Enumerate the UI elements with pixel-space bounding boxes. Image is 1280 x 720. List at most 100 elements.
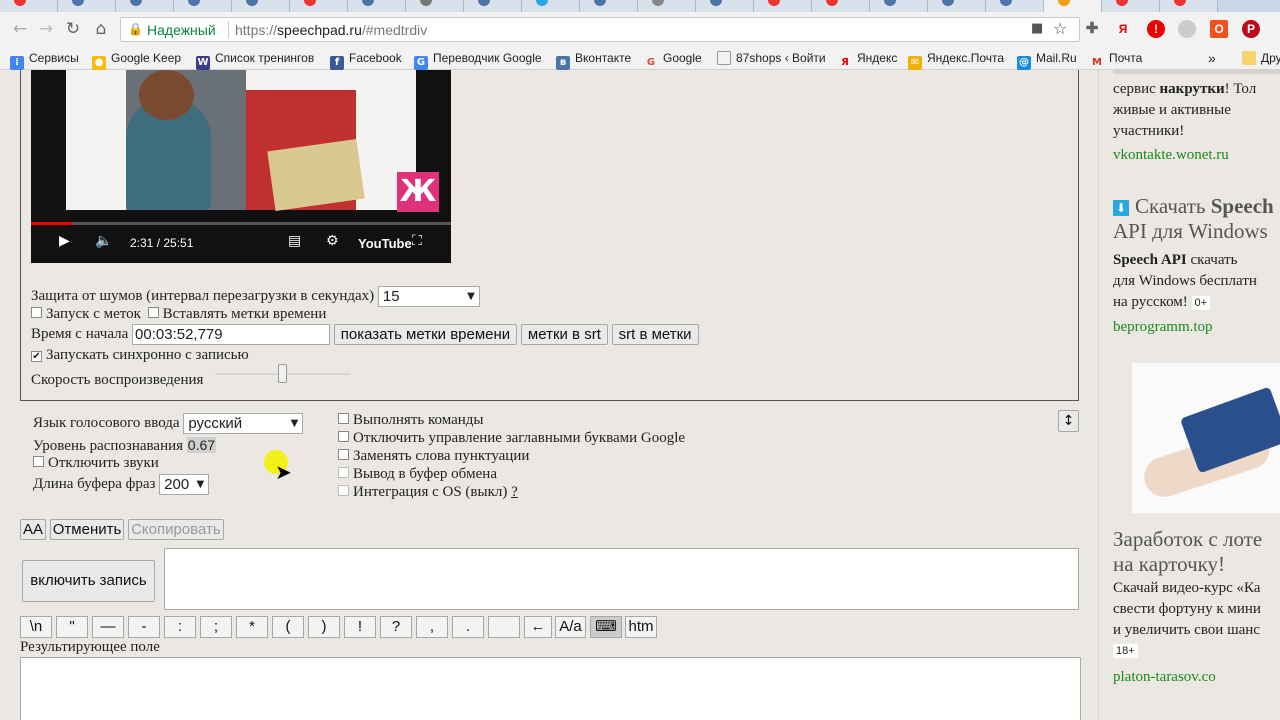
bookmark-services[interactable]: ⁞ Сервисы <box>10 49 79 70</box>
close-tab-icon[interactable]: × <box>326 0 334 2</box>
start-recording-button[interactable]: включить запись <box>22 560 155 602</box>
browser-tab[interactable]: × <box>812 0 870 12</box>
reload-icon[interactable]: ↻ <box>62 18 84 40</box>
close-tab-icon[interactable]: × <box>674 0 682 2</box>
extensions-puzzle-icon[interactable]: ✚ <box>1083 20 1101 38</box>
forward-arrow-icon[interactable]: → <box>35 18 57 40</box>
ad2-link[interactable]: beprogramm.top <box>1113 319 1213 336</box>
browser-tab[interactable]: × <box>464 0 522 12</box>
youtube-logo[interactable]: YouTube <box>358 236 412 251</box>
browser-tab[interactable]: × <box>986 0 1044 12</box>
browser-tab[interactable]: × <box>232 0 290 12</box>
address-bar[interactable]: 🔒 Надежный https://speechpad.ru/#medtrdi… <box>120 17 1080 42</box>
backspace-button[interactable]: ← <box>524 616 552 638</box>
browser-tab[interactable]: × <box>870 0 928 12</box>
close-tab-icon[interactable]: × <box>1022 0 1030 2</box>
expand-toggle-icon[interactable]: ↕ <box>1058 410 1079 432</box>
replace-punctuation-checkbox[interactable] <box>338 449 349 460</box>
aa-button[interactable]: AA <box>20 519 47 540</box>
clipboard-output-checkbox[interactable] <box>338 467 349 478</box>
noise-interval-select[interactable]: 15 ▼ <box>377 286 480 307</box>
fullscreen-icon[interactable]: ⛶ <box>412 233 422 249</box>
time-from-start-input[interactable]: 00:03:52,779 <box>132 324 331 345</box>
browser-tab[interactable]: × <box>1102 0 1160 12</box>
close-tab-icon[interactable]: × <box>558 0 566 2</box>
pinterest-icon[interactable]: P <box>1242 20 1260 38</box>
html-button[interactable]: htm <box>625 616 657 638</box>
ad2-title[interactable]: ⬇ Скачать Speech API для Windows <box>1113 194 1274 244</box>
close-tab-icon[interactable]: × <box>152 0 160 2</box>
semicolon-button[interactable]: ; <box>200 616 232 638</box>
camera-icon[interactable]: ■ <box>1031 21 1043 36</box>
close-tab-icon[interactable]: × <box>384 0 392 2</box>
ad1-link[interactable]: vkontakte.wonet.ru <box>1113 147 1229 164</box>
home-icon[interactable]: ⌂ <box>90 18 112 40</box>
close-tab-icon[interactable]: × <box>1196 0 1204 2</box>
close-tab-icon[interactable]: × <box>94 0 102 2</box>
browser-tab[interactable]: × <box>522 0 580 12</box>
play-icon[interactable]: ▶ <box>59 233 70 249</box>
bookmark-yandex[interactable]: Я Яндекс <box>838 49 897 68</box>
slider-thumb[interactable] <box>278 364 287 383</box>
voice-language-select[interactable]: русский ▼ <box>183 413 304 434</box>
bookmark-gmail[interactable]: M Почта <box>1090 49 1142 68</box>
video-progress-track[interactable] <box>31 222 451 225</box>
execute-commands-checkbox[interactable] <box>338 413 349 424</box>
srt-to-marks-button[interactable]: srt в метки <box>611 324 699 345</box>
hyphen-button[interactable]: - <box>128 616 160 638</box>
close-tab-icon[interactable]: × <box>1138 0 1146 2</box>
volume-icon[interactable]: 🔈 <box>95 233 112 249</box>
bookmark-87shops[interactable]: 87shops ‹ Войти <box>717 49 826 67</box>
bookmark-star-icon[interactable]: ☆ <box>1053 19 1067 38</box>
ad3-image[interactable] <box>1132 363 1280 513</box>
playback-speed-slider[interactable] <box>215 364 350 383</box>
sync-with-recording-checkbox[interactable]: ✔ <box>31 351 42 362</box>
bookmark-vkontakte[interactable]: в Вконтакте <box>556 49 631 70</box>
quote-button[interactable]: " <box>56 616 88 638</box>
browser-tab[interactable]: × <box>754 0 812 12</box>
close-tab-icon[interactable]: × <box>616 0 624 2</box>
back-arrow-icon[interactable]: ← <box>9 18 31 40</box>
em-dash-button[interactable]: — <box>92 616 124 638</box>
browser-tab[interactable]: × <box>696 0 754 12</box>
close-tab-icon[interactable]: × <box>964 0 972 2</box>
period-button[interactable]: . <box>452 616 484 638</box>
settings-gear-icon[interactable]: ⚙ <box>326 233 339 249</box>
exclamation-button[interactable]: ! <box>344 616 376 638</box>
browser-tab[interactable]: × <box>348 0 406 12</box>
space-button[interactable] <box>488 616 520 638</box>
bookmark-mailru[interactable]: @ Mail.Ru <box>1017 49 1077 70</box>
bookmarks-overflow-button[interactable]: » <box>1208 49 1216 67</box>
bookmarks-folder[interactable]: Дру <box>1242 49 1280 67</box>
close-tab-icon[interactable]: × <box>1080 0 1088 2</box>
undo-button[interactable]: Отменить <box>49 519 125 540</box>
active-browser-tab[interactable]: × <box>1044 0 1102 12</box>
close-tab-icon[interactable]: × <box>790 0 798 2</box>
copy-button[interactable]: Скопировать <box>128 519 224 540</box>
yandex-extension-icon[interactable]: Я <box>1114 20 1132 38</box>
browser-tab[interactable]: × <box>406 0 464 12</box>
extension-icon[interactable] <box>1178 20 1196 38</box>
bookmark-trainings-list[interactable]: W Список тренингов <box>196 49 314 70</box>
newline-button[interactable]: \n <box>20 616 52 638</box>
close-paren-button[interactable]: ) <box>308 616 340 638</box>
os-integration-checkbox[interactable] <box>338 485 349 496</box>
browser-tab[interactable]: × <box>580 0 638 12</box>
browser-tab[interactable]: × <box>928 0 986 12</box>
youtube-player[interactable]: Ж ▶ 🔈 2:31 / 25:51 ▤ ⚙ YouTube ⛶ <box>31 70 451 263</box>
comma-button[interactable]: , <box>416 616 448 638</box>
office-icon[interactable]: O <box>1210 20 1228 38</box>
colon-button[interactable]: : <box>164 616 196 638</box>
bookmark-google-keep[interactable]: ● Google Keep <box>92 49 181 70</box>
browser-tab[interactable]: × <box>1160 0 1218 12</box>
ad3-title[interactable]: Заработок с лоте на карточку! <box>1113 527 1262 577</box>
bookmark-google[interactable]: G Google <box>644 49 702 68</box>
case-toggle-button[interactable]: A/a <box>555 616 586 638</box>
close-tab-icon[interactable]: × <box>268 0 276 2</box>
insert-time-marks-checkbox[interactable] <box>147 307 159 318</box>
open-paren-button[interactable]: ( <box>272 616 304 638</box>
close-tab-icon[interactable]: × <box>442 0 450 2</box>
start-from-marks-checkbox[interactable] <box>31 307 42 318</box>
browser-tab[interactable]: × <box>58 0 116 12</box>
bookmark-yandex-mail[interactable]: ✉ Яндекс.Почта <box>908 49 1004 70</box>
